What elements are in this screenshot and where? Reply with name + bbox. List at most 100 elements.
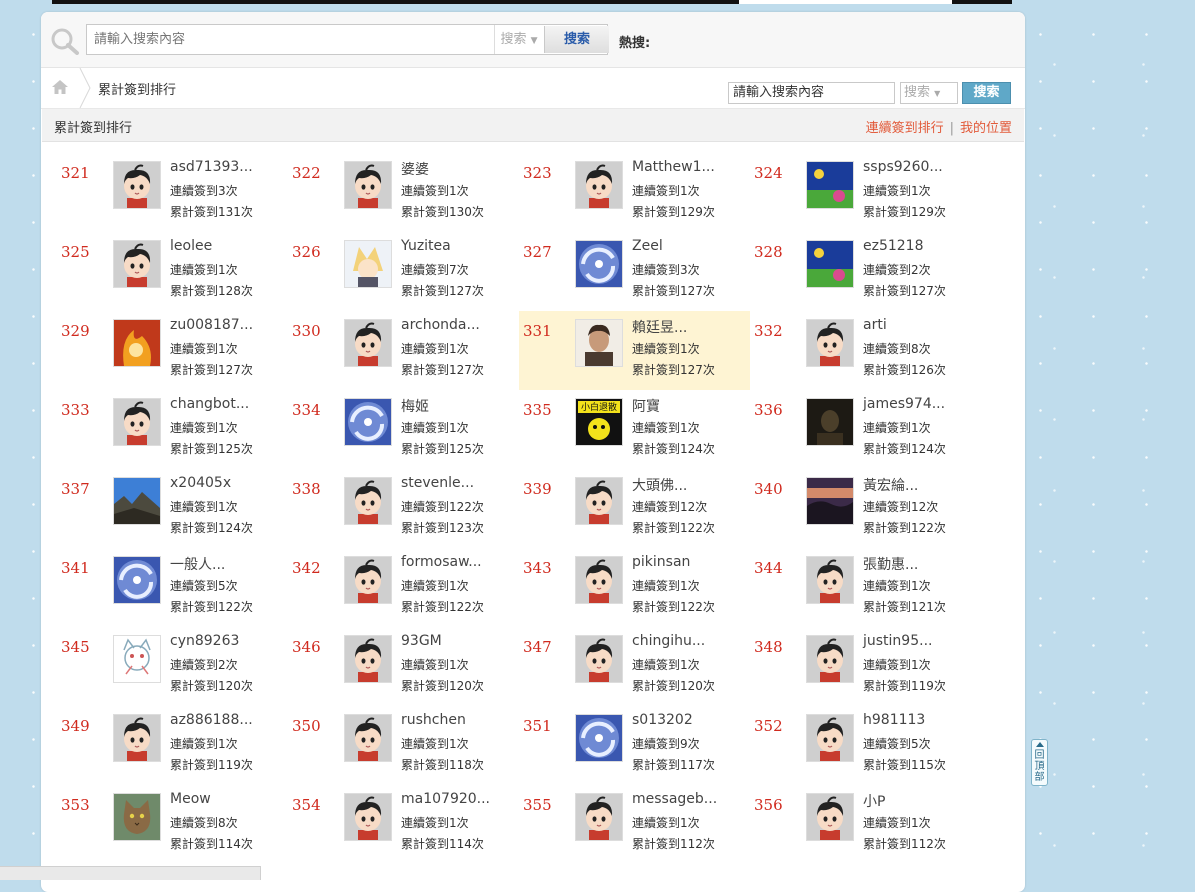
ranking-item: 354 ma107920... 連續簽到1次 累計簽到114次 [288, 785, 519, 864]
secondary-search-button[interactable]: 搜索 [962, 82, 1011, 104]
search-button[interactable]: 搜索 [544, 26, 609, 53]
username-link[interactable]: changbot... [170, 396, 249, 412]
dark-avatar[interactable] [806, 398, 854, 446]
consecutive-checkins: 連續簽到1次 [632, 579, 700, 593]
default-avatar[interactable] [806, 714, 854, 762]
default-avatar[interactable] [344, 635, 392, 683]
username-link[interactable]: james974... [863, 396, 945, 412]
default-avatar[interactable] [344, 556, 392, 604]
username-link[interactable]: ez51218 [863, 238, 924, 254]
username-link[interactable]: Matthew1... [632, 159, 715, 175]
username-link[interactable]: ma107920... [401, 791, 490, 807]
default-avatar[interactable] [575, 556, 623, 604]
total-checkins: 累計簽到122次 [863, 521, 946, 535]
default-avatar[interactable] [575, 793, 623, 841]
username-link[interactable]: h981113 [863, 712, 925, 728]
total-checkins: 累計簽到122次 [632, 600, 715, 614]
default-avatar[interactable] [113, 161, 161, 209]
default-avatar[interactable] [575, 635, 623, 683]
default-avatar[interactable] [344, 161, 392, 209]
username-link[interactable]: formosaw... [401, 554, 482, 570]
secondary-search-input[interactable]: 請輸入搜索內容 [728, 82, 895, 104]
username-link[interactable]: 93GM [401, 633, 442, 649]
search-input[interactable] [87, 25, 507, 54]
search-type-select[interactable]: 搜索 ▼ [494, 25, 543, 54]
username-link[interactable]: arti [863, 317, 887, 333]
username-link[interactable]: 一般人... [170, 554, 225, 574]
back-to-top-button[interactable]: 回頂部 [1031, 739, 1048, 786]
cat-photo-avatar[interactable] [113, 793, 161, 841]
typhoon-avatar[interactable] [344, 398, 392, 446]
sign-avatar[interactable]: 小白退散 [575, 398, 623, 446]
username-link[interactable]: Meow [170, 791, 211, 807]
anime-avatar[interactable] [344, 240, 392, 288]
default-avatar[interactable] [806, 793, 854, 841]
username-link[interactable]: Zeel [632, 238, 663, 254]
rank-number: 344 [754, 559, 783, 577]
consecutive-checkins: 連續簽到5次 [863, 737, 931, 751]
username-link[interactable]: justin95... [863, 633, 932, 649]
username-link[interactable]: 大頭佛... [632, 475, 687, 495]
rank-number: 326 [292, 243, 321, 261]
cat-drawing-avatar[interactable] [113, 635, 161, 683]
default-avatar[interactable] [113, 398, 161, 446]
photo-avatar[interactable] [806, 240, 854, 288]
default-avatar[interactable] [806, 635, 854, 683]
username-link[interactable]: zu008187... [170, 317, 253, 333]
total-checkins: 累計簽到125次 [170, 442, 253, 456]
username-link[interactable]: ssps9260... [863, 159, 943, 175]
typhoon-avatar[interactable] [575, 714, 623, 762]
default-avatar[interactable] [113, 714, 161, 762]
default-avatar[interactable] [575, 161, 623, 209]
consecutive-checkins: 連續簽到1次 [170, 500, 238, 514]
total-checkins: 累計簽到124次 [863, 442, 946, 456]
username-link[interactable]: 黃宏綸... [863, 475, 918, 495]
default-avatar[interactable] [344, 319, 392, 367]
username-link[interactable]: pikinsan [632, 554, 690, 570]
username-link[interactable]: asd71393... [170, 159, 253, 175]
mountain-avatar[interactable] [113, 477, 161, 525]
username-link[interactable]: x20405x [170, 475, 231, 491]
username-link[interactable]: chingihu... [632, 633, 705, 649]
default-avatar[interactable] [575, 477, 623, 525]
default-avatar[interactable] [806, 319, 854, 367]
search-bar: 搜索 ▼ 搜索 熱搜: [41, 12, 1025, 68]
consecutive-checkins: 連續簽到9次 [632, 737, 700, 751]
default-avatar[interactable] [344, 477, 392, 525]
username-link[interactable]: az886188... [170, 712, 253, 728]
total-checkins: 累計簽到124次 [632, 442, 715, 456]
username-link[interactable]: 小P [863, 791, 885, 811]
typhoon-avatar[interactable] [113, 556, 161, 604]
photo-avatar[interactable] [806, 161, 854, 209]
total-checkins: 累計簽到130次 [401, 205, 484, 219]
secondary-search-select[interactable]: 搜索 ▼ [900, 82, 958, 104]
username-link[interactable]: archonda... [401, 317, 480, 333]
username-link[interactable]: leolee [170, 238, 212, 254]
default-avatar[interactable] [806, 556, 854, 604]
default-avatar[interactable] [344, 714, 392, 762]
home-icon[interactable] [51, 78, 69, 96]
ranking-item: 333 changbot... 連續簽到1次 累計簽到125次 [57, 390, 288, 469]
username-link[interactable]: 梅姬 [401, 396, 429, 416]
sunset-avatar[interactable] [806, 477, 854, 525]
portrait-avatar[interactable] [575, 319, 623, 367]
username-link[interactable]: 賴廷昱... [632, 317, 687, 337]
username-link[interactable]: stevenle... [401, 475, 474, 491]
consecutive-checkins: 連續簽到1次 [632, 421, 700, 435]
username-link[interactable]: 阿寶 [632, 396, 660, 416]
username-link[interactable]: messageb... [632, 791, 717, 807]
username-link[interactable]: cyn89263 [170, 633, 239, 649]
username-link[interactable]: 張勤惠... [863, 554, 918, 574]
username-link[interactable]: 婆婆 [401, 159, 429, 179]
my-position-link[interactable]: 我的位置 [960, 121, 1012, 136]
default-avatar[interactable] [113, 240, 161, 288]
consecutive-checkins: 連續簽到1次 [401, 342, 469, 356]
typhoon-avatar[interactable] [575, 240, 623, 288]
default-avatar[interactable] [344, 793, 392, 841]
username-link[interactable]: s013202 [632, 712, 693, 728]
username-link[interactable]: rushchen [401, 712, 466, 728]
consecutive-checkin-link[interactable]: 連續簽到排行 [866, 121, 944, 136]
username-link[interactable]: Yuzitea [401, 238, 451, 254]
fire-avatar[interactable] [113, 319, 161, 367]
ranking-item: 349 az886188... 連續簽到1次 累計簽到119次 [57, 706, 288, 785]
